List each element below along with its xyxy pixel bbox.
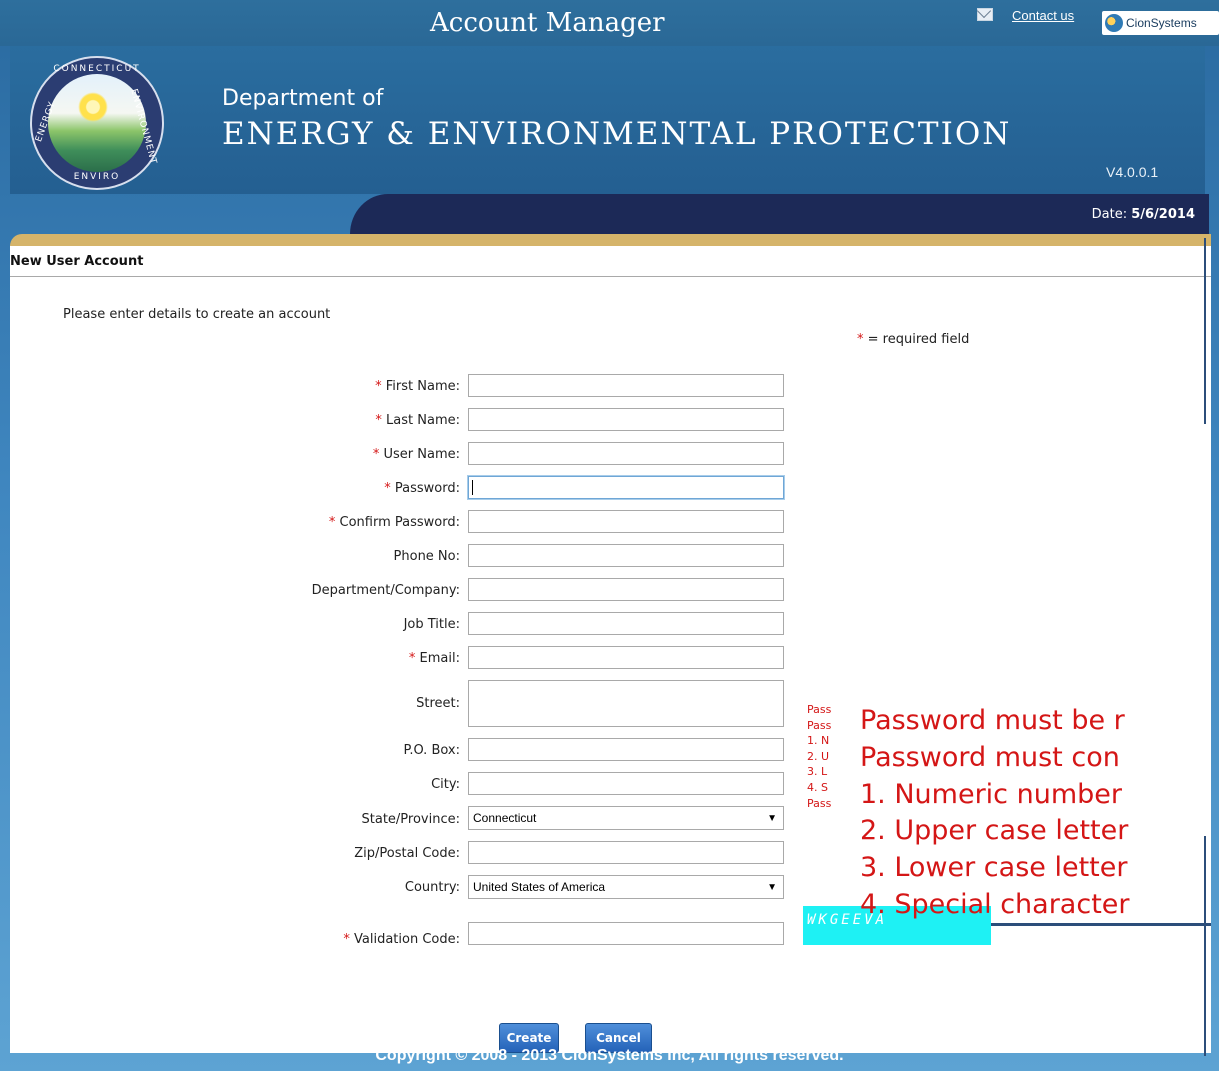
section-title: New User Account	[10, 254, 144, 269]
email-input[interactable]	[468, 646, 784, 669]
date-strip: Date: 5/6/2014	[350, 194, 1209, 234]
seal-text-top: CONNECTICUT	[53, 64, 141, 74]
password-input[interactable]	[468, 476, 784, 499]
required-note-text: = required field	[867, 332, 970, 347]
validation-label: * Validation Code:	[343, 932, 460, 947]
zip-label: Zip/Postal Code:	[354, 846, 460, 861]
country-selected-value: United States of America	[473, 880, 606, 894]
last-name-input[interactable]	[468, 408, 784, 431]
department-input[interactable]	[468, 578, 784, 601]
state-label: State/Province:	[361, 812, 460, 827]
dropdown-arrow-icon: ▼	[767, 881, 777, 893]
callout-border-line	[1204, 238, 1206, 424]
date-value: 5/6/2014	[1131, 207, 1195, 222]
mail-icon[interactable]	[977, 8, 993, 21]
first-name-input[interactable]	[468, 374, 784, 397]
country-label: Country:	[404, 880, 460, 895]
password-label: * Password:	[384, 481, 460, 496]
job-title-input[interactable]	[468, 612, 784, 635]
city-label: City:	[431, 777, 460, 792]
user-name-input[interactable]	[468, 442, 784, 465]
po-box-input[interactable]	[468, 738, 784, 761]
phone-label: Phone No:	[393, 549, 460, 564]
password-hint-zoom: Password must be r Password must con 1. …	[860, 705, 1130, 920]
street-textarea[interactable]	[468, 680, 784, 727]
last-name-label: * Last Name:	[375, 413, 460, 428]
top-bar: Account Manager Contact us CionSystems	[0, 0, 1219, 46]
password-hint-small: Pass Pass 1. N 2. U 3. L 4. S Pass	[807, 703, 832, 810]
header-banner: CONNECTICUT ENERGY ENVIRONMENT ENVIRO De…	[10, 46, 1205, 194]
phone-input[interactable]	[468, 544, 784, 567]
sun-icon	[78, 92, 108, 122]
required-star: *	[857, 332, 864, 347]
intro-text: Please enter details to create an accoun…	[63, 307, 331, 322]
required-note: * = required field	[857, 332, 969, 347]
text-caret	[472, 480, 473, 495]
dropdown-arrow-icon: ▼	[767, 812, 777, 824]
version-label: V4.0.0.1	[1106, 164, 1159, 180]
date-display: Date: 5/6/2014	[1092, 207, 1195, 222]
zip-input[interactable]	[468, 841, 784, 864]
department-label: Department/Company:	[311, 583, 460, 598]
country-select[interactable]: United States of America ▼	[468, 875, 784, 899]
department-of-text: Department of	[222, 86, 384, 111]
confirm-password-input[interactable]	[468, 510, 784, 533]
user-name-label: * User Name:	[372, 447, 460, 462]
footer-copyright: Copyright © 2008 - 2013 CionSystems Inc,…	[375, 1047, 844, 1064]
po-box-label: P.O. Box:	[403, 743, 460, 758]
date-label: Date:	[1091, 207, 1128, 222]
job-title-label: Job Title:	[403, 617, 460, 632]
confirm-password-label: * Confirm Password:	[328, 515, 460, 530]
city-input[interactable]	[468, 772, 784, 795]
seal-text-bottom: ENVIRO	[73, 172, 121, 182]
cionsystems-logo-icon	[1105, 14, 1123, 32]
state-selected-value: Connecticut	[473, 811, 537, 825]
first-name-label: * First Name:	[375, 379, 460, 394]
department-name: ENERGY & ENVIRONMENTAL PROTECTION	[222, 116, 1012, 152]
street-label: Street:	[416, 696, 460, 711]
section-divider	[10, 276, 1211, 277]
ct-seal-logo: CONNECTICUT ENERGY ENVIRONMENT ENVIRO	[30, 56, 164, 190]
email-label: * Email:	[408, 651, 460, 666]
contact-us-link[interactable]: Contact us	[1012, 8, 1074, 23]
brand-label: CionSystems	[1126, 16, 1197, 30]
state-select[interactable]: Connecticut ▼	[468, 806, 784, 830]
brand-badge[interactable]: CionSystems	[1102, 11, 1219, 35]
callout-border-line	[1204, 836, 1206, 1056]
validation-code-input[interactable]	[468, 922, 784, 945]
app-title: Account Manager	[430, 8, 665, 38]
content-panel: New User Account Please enter details to…	[10, 234, 1211, 1056]
